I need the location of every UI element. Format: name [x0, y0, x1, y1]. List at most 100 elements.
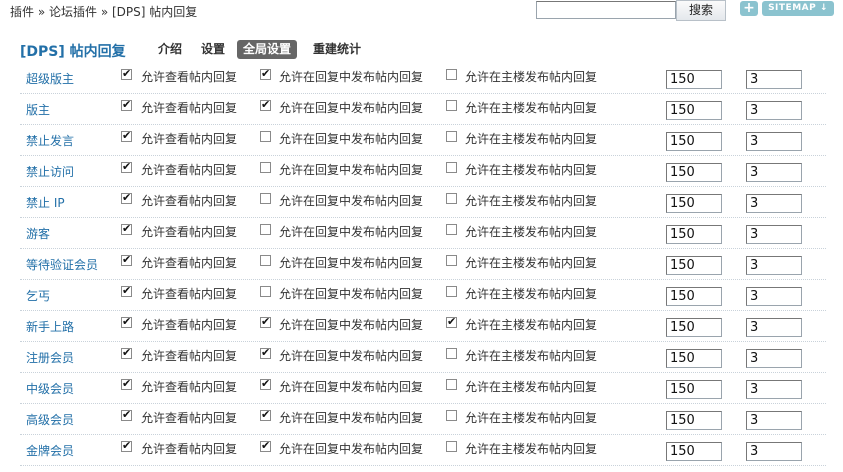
- checkbox-label-reply-post: 允许在回复中发布帖内回复: [279, 256, 424, 270]
- checkbox-main-post[interactable]: [446, 69, 457, 80]
- checkbox-main-post[interactable]: [446, 348, 457, 359]
- checkbox-reply-post[interactable]: [260, 193, 271, 204]
- checkbox-reply-post[interactable]: [260, 439, 271, 452]
- checkbox-view[interactable]: [121, 315, 132, 328]
- checkbox-reply-post[interactable]: [260, 286, 271, 297]
- group-name[interactable]: 禁止 IP: [26, 194, 65, 211]
- group-name[interactable]: 禁止发言: [26, 132, 74, 149]
- limit-input-b[interactable]: 3: [746, 411, 802, 430]
- limit-input-b[interactable]: 3: [746, 442, 802, 461]
- limit-input-a[interactable]: 150: [666, 256, 722, 275]
- checkbox-reply-post[interactable]: [260, 131, 271, 142]
- checkbox-main-post[interactable]: [446, 224, 457, 235]
- tab-rebuild-stats[interactable]: 重建统计: [307, 40, 367, 59]
- checkbox-reply-post[interactable]: [260, 162, 271, 173]
- checkbox-main-post[interactable]: [446, 410, 457, 421]
- breadcrumb-item-forum-plugins[interactable]: 论坛插件: [49, 5, 97, 19]
- checkbox-label-reply-post: 允许在回复中发布帖内回复: [279, 194, 424, 208]
- checkbox-main-post[interactable]: [446, 441, 457, 452]
- checkbox-view[interactable]: [121, 253, 132, 266]
- tab-intro[interactable]: 介绍: [152, 40, 188, 59]
- limit-input-b[interactable]: 3: [746, 287, 802, 306]
- limit-input-b[interactable]: 3: [746, 163, 802, 182]
- checkbox-view[interactable]: [121, 346, 132, 359]
- limit-input-b[interactable]: 3: [746, 256, 802, 275]
- limit-input-b[interactable]: 3: [746, 349, 802, 368]
- checkbox-view[interactable]: [121, 129, 132, 142]
- checkbox-view[interactable]: [121, 408, 132, 421]
- plugin-header: [DPS] 帖内回复 介绍 设置 全局设置 重建统计: [0, 38, 843, 64]
- limit-input-b[interactable]: 3: [746, 101, 802, 120]
- table-row: 新手上路 允许查看帖内回复 允许在回复中发布帖内回复 允许在主楼发布帖内回复 150 3: [20, 310, 826, 342]
- checkbox-reply-post[interactable]: [260, 315, 271, 328]
- checkbox-view[interactable]: [121, 98, 132, 111]
- limit-input-a[interactable]: 150: [666, 163, 722, 182]
- limit-input-b[interactable]: 3: [746, 194, 802, 213]
- limit-input-a[interactable]: 150: [666, 101, 722, 120]
- checkbox-label-view: 允许查看帖内回复: [141, 287, 238, 301]
- sitemap-button[interactable]: SITEMAP ↓: [762, 1, 834, 16]
- checkbox-reply-post[interactable]: [260, 67, 271, 80]
- checkbox-reply-post[interactable]: [260, 98, 271, 111]
- limit-input-a[interactable]: 150: [666, 194, 722, 213]
- group-name[interactable]: 金牌会员: [26, 442, 74, 459]
- tab-settings[interactable]: 设置: [195, 40, 231, 59]
- limit-input-b[interactable]: 3: [746, 70, 802, 89]
- checkbox-reply-post[interactable]: [260, 224, 271, 235]
- checkbox-label-main-post: 允许在主楼发布帖内回复: [465, 349, 598, 363]
- checkbox-main-post[interactable]: [446, 379, 457, 390]
- checkbox-main-post[interactable]: [446, 315, 457, 328]
- checkbox-label-reply-post: 允许在回复中发布帖内回复: [279, 132, 424, 146]
- limit-input-a[interactable]: 150: [666, 132, 722, 151]
- group-name[interactable]: 新手上路: [26, 318, 74, 335]
- limit-input-b[interactable]: 3: [746, 132, 802, 151]
- search-input[interactable]: [536, 1, 676, 19]
- checkbox-view[interactable]: [121, 284, 132, 297]
- limit-input-b[interactable]: 3: [746, 225, 802, 244]
- checkbox-view[interactable]: [121, 377, 132, 390]
- checkbox-main-post[interactable]: [446, 255, 457, 266]
- group-name[interactable]: 禁止访问: [26, 163, 74, 180]
- tab-global-settings[interactable]: 全局设置: [237, 40, 298, 59]
- group-name[interactable]: 乞丐: [26, 287, 50, 304]
- limit-input-a[interactable]: 150: [666, 318, 722, 337]
- group-name[interactable]: 超级版主: [26, 70, 74, 87]
- checkbox-main-post[interactable]: [446, 162, 457, 173]
- breadcrumb-separator: »: [97, 5, 112, 19]
- checkbox-reply-post[interactable]: [260, 255, 271, 266]
- limit-input-a[interactable]: 150: [666, 225, 722, 244]
- group-name[interactable]: 版主: [26, 101, 50, 118]
- group-name[interactable]: 注册会员: [26, 349, 74, 366]
- limit-input-a[interactable]: 150: [666, 70, 722, 89]
- checkbox-label-view: 允许查看帖内回复: [141, 442, 238, 456]
- checkbox-view[interactable]: [121, 222, 132, 235]
- checkbox-view[interactable]: [121, 439, 132, 452]
- checkbox-reply-post[interactable]: [260, 377, 271, 390]
- breadcrumb-item-plugins[interactable]: 插件: [10, 5, 34, 19]
- add-icon[interactable]: +: [740, 1, 758, 16]
- limit-input-a[interactable]: 150: [666, 287, 722, 306]
- limit-input-a[interactable]: 150: [666, 349, 722, 368]
- checkbox-reply-post[interactable]: [260, 346, 271, 359]
- checkbox-main-post[interactable]: [446, 131, 457, 142]
- table-row: 游客 允许查看帖内回复 允许在回复中发布帖内回复 允许在主楼发布帖内回复 150 3: [20, 217, 826, 249]
- checkbox-view[interactable]: [121, 160, 132, 173]
- group-name[interactable]: 游客: [26, 225, 50, 242]
- limit-input-b[interactable]: 3: [746, 318, 802, 337]
- limit-input-a[interactable]: 150: [666, 442, 722, 461]
- group-name[interactable]: 等待验证会员: [26, 256, 98, 273]
- limit-input-a[interactable]: 150: [666, 380, 722, 399]
- limit-input-b[interactable]: 3: [746, 380, 802, 399]
- table-row: 版主 允许查看帖内回复 允许在回复中发布帖内回复 允许在主楼发布帖内回复 150 3: [20, 93, 826, 125]
- checkbox-view[interactable]: [121, 191, 132, 204]
- checkbox-main-post[interactable]: [446, 100, 457, 111]
- group-name[interactable]: 中级会员: [26, 380, 74, 397]
- checkbox-reply-post[interactable]: [260, 408, 271, 421]
- checkbox-view[interactable]: [121, 67, 132, 80]
- table-row: 金牌会员 允许查看帖内回复 允许在回复中发布帖内回复 允许在主楼发布帖内回复 150 3: [20, 434, 826, 466]
- search-button[interactable]: 搜索: [676, 0, 726, 21]
- limit-input-a[interactable]: 150: [666, 411, 722, 430]
- group-name[interactable]: 高级会员: [26, 411, 74, 428]
- checkbox-main-post[interactable]: [446, 286, 457, 297]
- checkbox-main-post[interactable]: [446, 193, 457, 204]
